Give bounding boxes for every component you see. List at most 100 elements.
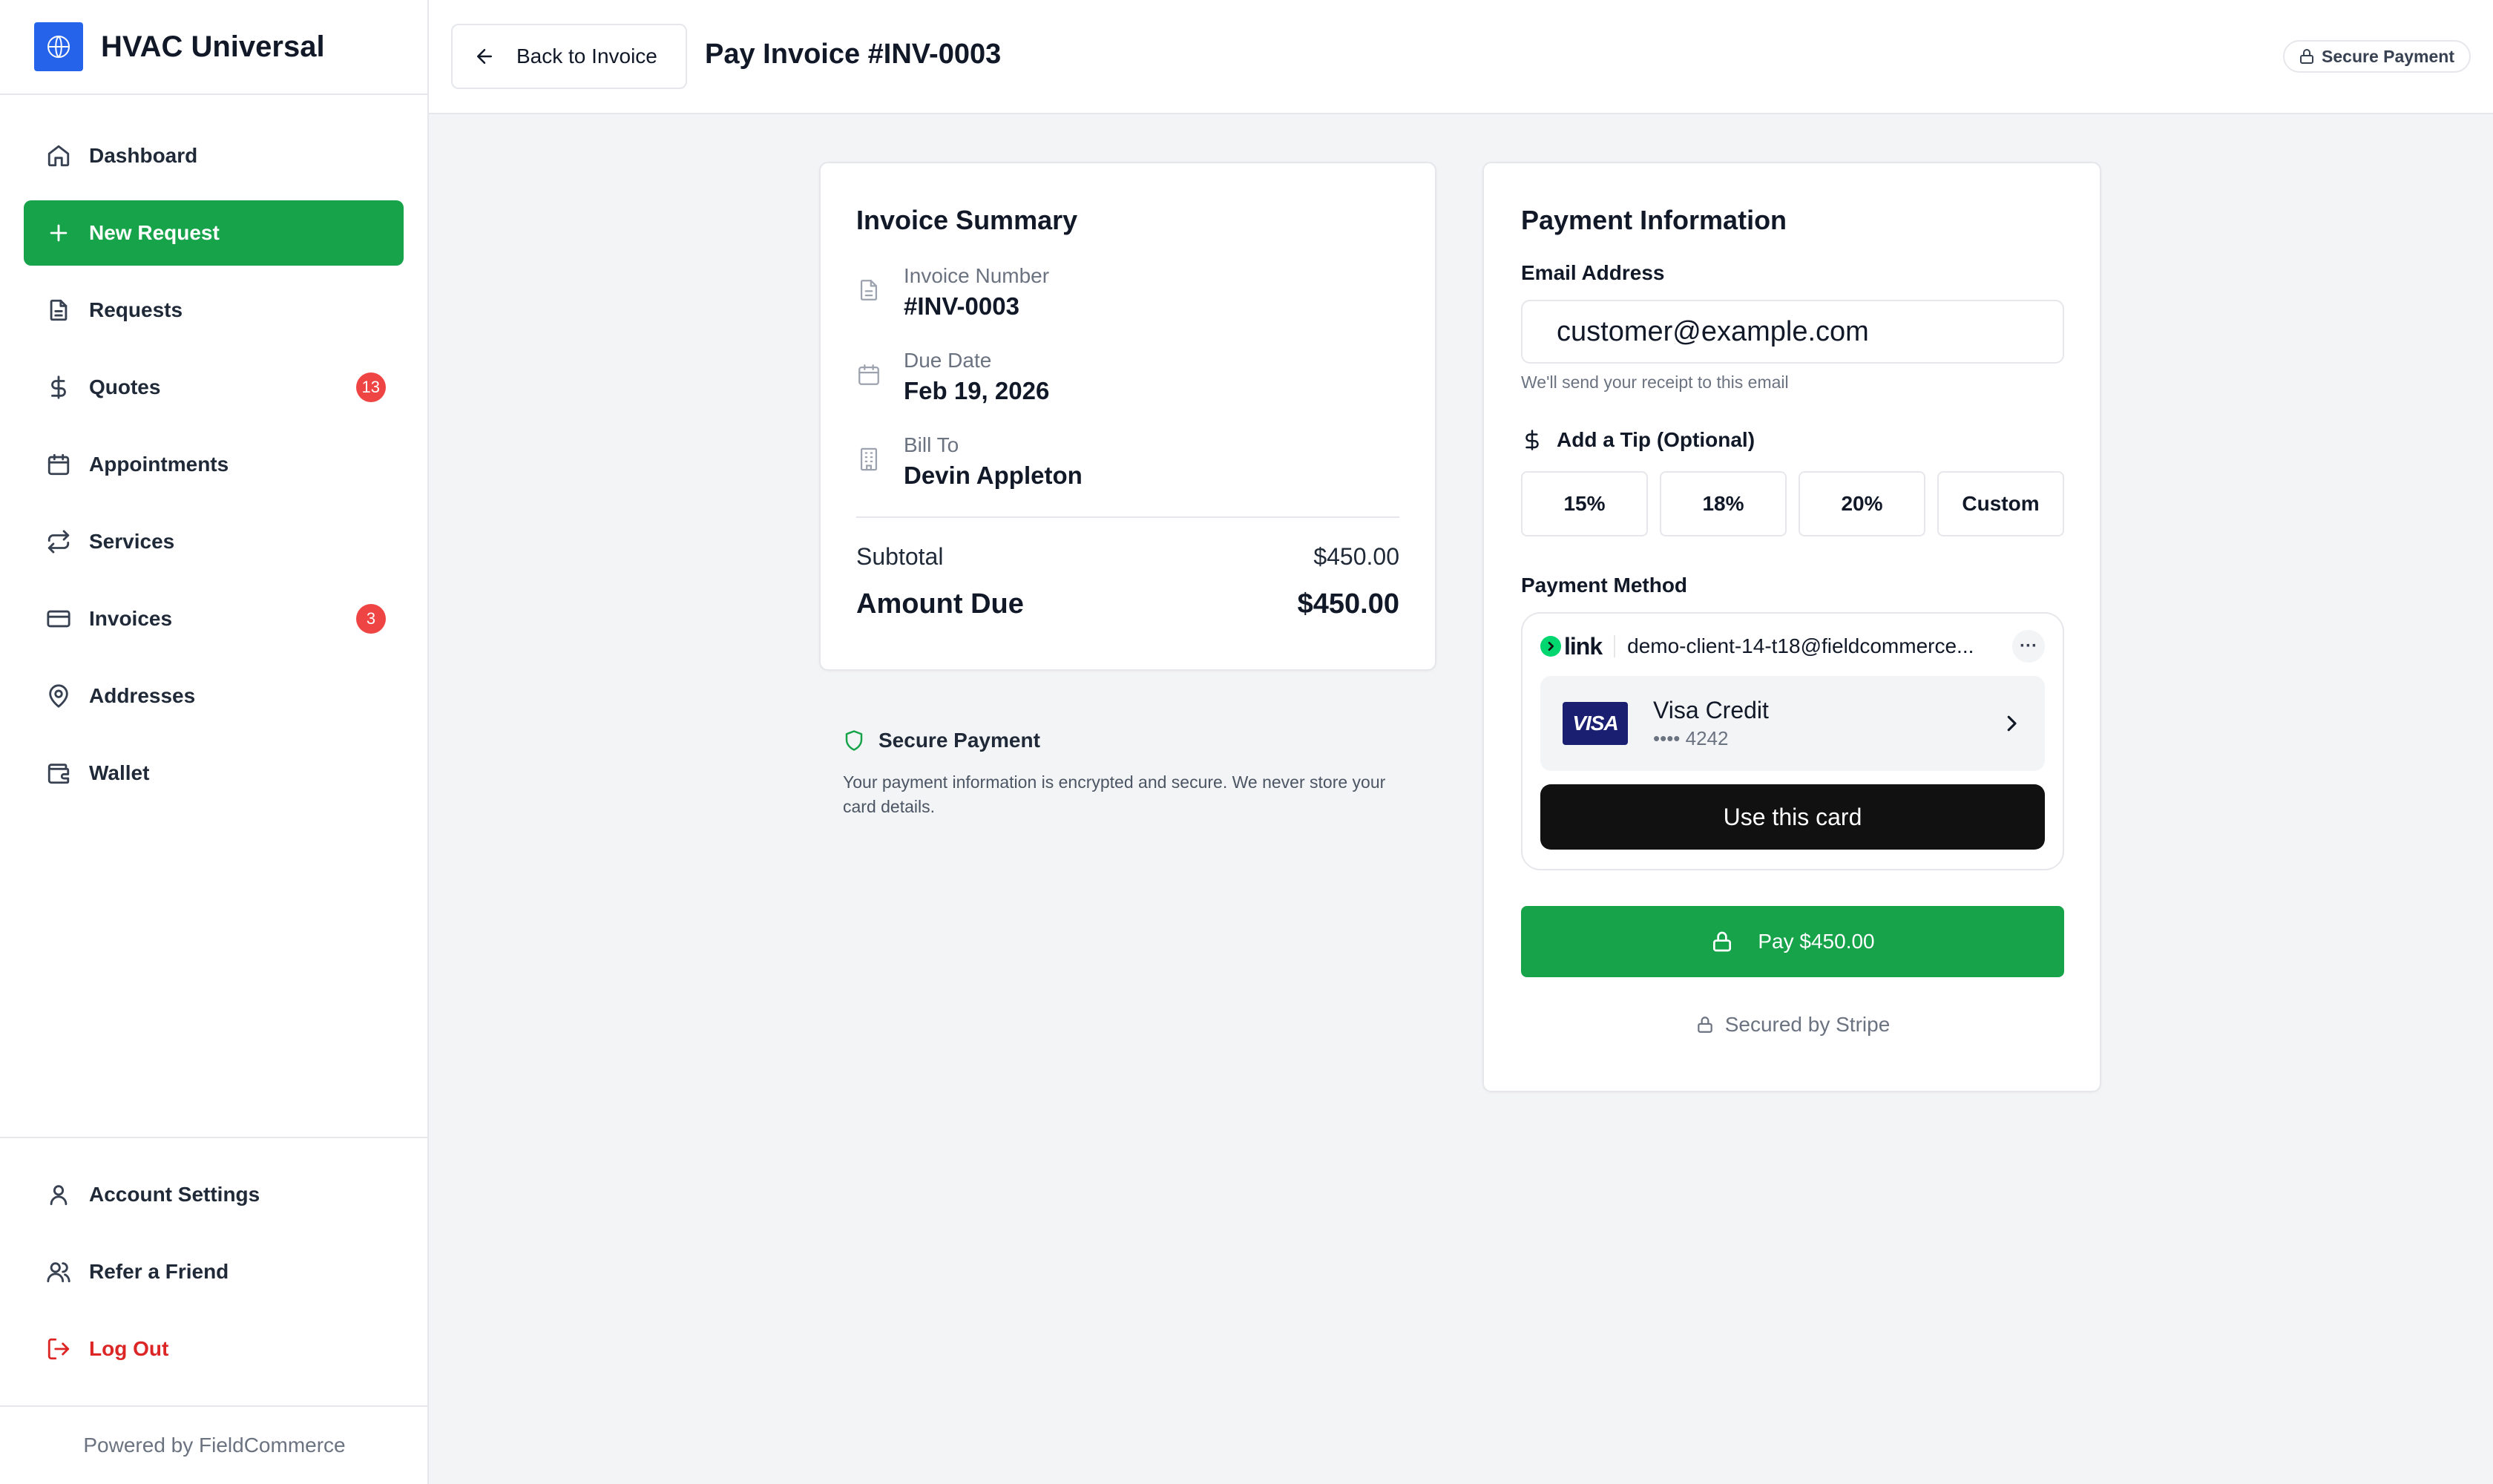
document-icon	[50, 299, 68, 321]
sidebar-item-label: Dashboard	[89, 144, 198, 167]
secure-note-heading: Secure Payment	[843, 729, 1422, 752]
secured-by-label: Secured by Stripe	[1724, 1013, 1891, 1036]
more-options-button[interactable]: ···	[2012, 630, 2045, 663]
card-details: Visa Credit •••• 4242	[1653, 697, 1769, 750]
sidebar-item-new-request[interactable]: New Request	[24, 200, 404, 266]
back-to-invoice-button[interactable]: Back to Invoice	[451, 24, 687, 89]
sidebar-item-refer-a-friend[interactable]: Refer a Friend	[24, 1239, 405, 1304]
tip-options: 15% 18% 20% Custom	[1521, 471, 2064, 536]
lock-icon	[2300, 49, 2314, 64]
home-icon	[47, 145, 70, 167]
tip-20-button[interactable]: 20%	[1799, 471, 1925, 536]
link-payment-box: link demo-client-14-t18@fieldcommerce...…	[1521, 612, 2064, 870]
invoice-summary-title: Invoice Summary	[856, 205, 1078, 235]
shield-icon	[845, 730, 863, 751]
secure-note-text: Your payment information is encrypted an…	[843, 772, 1386, 816]
quotes-count-badge: 13	[355, 372, 386, 402]
subtotal-row: Subtotal $450.00	[856, 543, 1399, 571]
bill-to-value: Devin Appleton	[904, 462, 1083, 489]
card-number: •••• 4242	[1653, 727, 1729, 749]
summary-divider	[856, 516, 1399, 518]
secured-by-stripe: Secured by Stripe	[1521, 1013, 2064, 1037]
sidebar-item-label: Refer a Friend	[89, 1260, 229, 1283]
dollar-icon	[1525, 430, 1539, 450]
tip-15-button[interactable]: 15%	[1521, 471, 1648, 536]
powered-by: Powered by FieldCommerce	[0, 1405, 429, 1484]
visa-logo: VISA	[1563, 702, 1628, 745]
sidebar-item-wallet[interactable]: Wallet	[24, 741, 404, 806]
wallet-icon	[47, 764, 70, 784]
pay-button[interactable]: Pay $450.00	[1521, 906, 2064, 977]
brand-logo	[34, 22, 83, 71]
user-icon	[50, 1185, 68, 1206]
amount-due-value: $450.00	[1297, 588, 1399, 620]
email-label: Email Address	[1521, 261, 1665, 284]
sidebar-item-dashboard[interactable]: Dashboard	[24, 123, 404, 188]
document-icon	[860, 280, 878, 301]
lock-icon	[1697, 1017, 1712, 1033]
link-logo: link	[1540, 632, 1603, 660]
arrows-swap-icon	[47, 530, 70, 554]
sidebar-item-label: Log Out	[89, 1337, 169, 1360]
tip-18-button[interactable]: 18%	[1660, 471, 1787, 536]
payment-method-label: Payment Method	[1521, 574, 1688, 597]
page-header: Back to Invoice Pay Invoice #INV-0003 Se…	[429, 0, 2493, 114]
secure-payment-note: Secure Payment Your payment information …	[843, 729, 1422, 819]
sidebar-item-account-settings[interactable]: Account Settings	[24, 1162, 405, 1227]
building-icon	[860, 447, 878, 471]
bill-to-label: Bill To	[904, 433, 959, 456]
plus-icon	[50, 224, 68, 242]
users-icon	[47, 1262, 70, 1283]
link-account-row: link demo-client-14-t18@fieldcommerce...…	[1540, 630, 2045, 663]
sidebar-item-services[interactable]: Services	[24, 509, 404, 574]
sidebar-bottom-nav: Account Settings Refer a Friend Log Out	[0, 1137, 429, 1393]
sidebar-nav: Dashboard New Request Requests Quotes 13…	[24, 123, 404, 818]
card-name: Visa Credit	[1653, 697, 1769, 723]
brand[interactable]: HVAC Universal	[0, 0, 427, 95]
payment-information-card: Payment Information Email Address custom…	[1482, 162, 2101, 1092]
amount-due-row: Amount Due $450.00	[856, 588, 1399, 620]
arrow-left-icon	[477, 49, 492, 64]
logout-icon	[47, 1338, 70, 1360]
secure-note-title: Secure Payment	[878, 729, 1040, 752]
sidebar-item-label: Appointments	[89, 453, 229, 476]
email-field[interactable]: customer@example.com	[1521, 300, 2064, 364]
pay-button-label: Pay $450.00	[1758, 930, 1875, 953]
link-separator	[1614, 635, 1616, 657]
sidebar-item-addresses[interactable]: Addresses	[24, 663, 404, 729]
bill-to-row: Bill To Devin Appleton	[856, 433, 1399, 490]
invoice-number-label: Invoice Number	[904, 264, 1050, 287]
tip-heading: Add a Tip (Optional)	[1521, 428, 2064, 452]
sidebar-item-quotes[interactable]: Quotes 13	[24, 355, 404, 420]
tip-label: Add a Tip (Optional)	[1557, 428, 1755, 451]
subtotal-value: $450.00	[1313, 543, 1399, 570]
link-logo-text: link	[1564, 632, 1603, 660]
use-this-card-button[interactable]: Use this card	[1540, 784, 2045, 850]
link-email: demo-client-14-t18@fieldcommerce...	[1627, 634, 1974, 657]
subtotal-label: Subtotal	[856, 543, 944, 570]
calendar-icon	[858, 364, 879, 385]
brand-name: HVAC Universal	[101, 30, 325, 63]
saved-card-row[interactable]: VISA Visa Credit •••• 4242	[1540, 676, 2045, 771]
secure-payment-label: Secure Payment	[2322, 46, 2454, 66]
due-date-row: Due Date Feb 19, 2026	[856, 349, 1399, 405]
invoice-number-row: Invoice Number #INV-0003	[856, 264, 1399, 321]
sidebar-item-label: New Request	[89, 221, 220, 244]
sidebar-item-label: Quotes	[89, 375, 161, 398]
tip-custom-button[interactable]: Custom	[1937, 471, 2064, 536]
sidebar-item-invoices[interactable]: Invoices 3	[24, 586, 404, 651]
invoice-summary-card: Invoice Summary Invoice Number #INV-0003…	[819, 162, 1436, 671]
sidebar-item-requests[interactable]: Requests	[24, 278, 404, 343]
due-date-label: Due Date	[904, 349, 992, 372]
lock-icon	[1713, 931, 1732, 952]
sidebar-item-label: Requests	[89, 298, 183, 321]
map-pin-icon	[49, 684, 68, 708]
sidebar-item-log-out[interactable]: Log Out	[24, 1316, 405, 1382]
link-arrow-icon	[1540, 636, 1561, 657]
sidebar-item-appointments[interactable]: Appointments	[24, 432, 404, 497]
invoices-count-badge: 3	[356, 604, 386, 634]
sidebar-item-label: Account Settings	[89, 1183, 260, 1206]
dollar-icon	[51, 375, 66, 399]
page-title: Pay Invoice #INV-0003	[705, 39, 1002, 70]
credit-card-icon	[47, 610, 70, 628]
